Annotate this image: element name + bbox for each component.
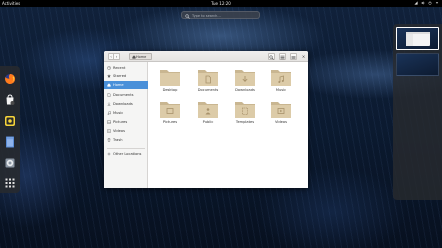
sidebar-item-label: Documents — [113, 93, 134, 97]
folder-label: Templates — [235, 120, 255, 124]
folder-icon — [235, 70, 255, 86]
network-icon — [414, 1, 418, 5]
clock-button[interactable]: Tue 12:20 — [211, 1, 231, 6]
folder-documents[interactable]: Documents — [193, 67, 223, 101]
sidebar-item-home[interactable]: Home — [104, 81, 148, 89]
sidebar-item-trash[interactable]: Trash — [104, 136, 148, 144]
folder-downloads[interactable]: Downloads — [230, 67, 260, 101]
folder-label: Music — [275, 88, 287, 92]
sidebar-item-music[interactable]: Music — [104, 109, 148, 117]
help-icon[interactable] — [4, 157, 16, 169]
places-sidebar: Recent Starred Home Documents Downloads … — [104, 62, 148, 188]
folder-icon — [235, 102, 255, 118]
folder-icon — [271, 102, 291, 118]
download-icon — [107, 102, 111, 106]
folder-pictures[interactable]: Pictures — [155, 99, 185, 133]
path-bar-home[interactable]: Home — [129, 53, 152, 60]
window-thumbnail — [406, 32, 430, 46]
folder-label: Downloads — [235, 88, 255, 92]
folder-icon — [160, 70, 180, 86]
power-icon — [428, 1, 432, 5]
sidebar-item-pictures[interactable]: Pictures — [104, 118, 148, 126]
top-bar: Activities Tue 12:20 — [0, 0, 442, 7]
sidebar-item-label: Other Locations — [113, 152, 142, 156]
files-icon[interactable] — [4, 136, 16, 148]
clock-icon — [107, 66, 111, 70]
folder-icon — [271, 70, 291, 86]
folder-icon — [198, 70, 218, 86]
sidebar-item-label: Pictures — [113, 120, 128, 124]
clock: Tue 12:20 — [0, 0, 442, 7]
sidebar-item-label: Downloads — [113, 102, 133, 106]
plus-icon — [107, 152, 111, 156]
sidebar-item-label: Music — [113, 111, 124, 115]
folder-label: Pictures — [162, 120, 178, 124]
list-view-icon — [280, 55, 285, 59]
sidebar-item-other-locations[interactable]: Other Locations — [104, 150, 148, 158]
system-tray[interactable] — [414, 1, 439, 6]
document-icon — [107, 93, 111, 97]
music-icon — [107, 111, 111, 115]
folder-icon — [198, 102, 218, 118]
sidebar-item-label: Recent — [113, 66, 126, 70]
folder-music[interactable]: Music — [266, 67, 296, 101]
sidebar-item-documents[interactable]: Documents — [104, 91, 148, 99]
path-label: Home — [136, 55, 147, 59]
workspace-switcher — [393, 24, 442, 200]
menu-button[interactable] — [290, 53, 297, 60]
view-toggle-button[interactable] — [279, 53, 286, 60]
folder-videos[interactable]: Videos — [266, 99, 296, 133]
sidebar-item-downloads[interactable]: Downloads — [104, 100, 148, 108]
sidebar-item-label: Trash — [113, 138, 123, 142]
sidebar-item-label: Starred — [113, 74, 127, 78]
folder-label: Videos — [275, 120, 287, 124]
home-icon — [107, 83, 111, 87]
sidebar-item-recent[interactable]: Recent — [104, 64, 148, 72]
folder-public[interactable]: Public — [193, 99, 223, 133]
folder-templates[interactable]: Templates — [230, 99, 260, 133]
hamburger-icon — [291, 55, 296, 59]
close-button[interactable]: × — [301, 54, 306, 59]
folder-label: Desktop — [162, 88, 178, 92]
trash-icon — [107, 138, 111, 142]
menu-arrow-icon — [435, 2, 439, 4]
folder-label: Documents — [197, 88, 219, 92]
show-apps-icon[interactable] — [4, 177, 16, 189]
search-icon — [185, 13, 190, 19]
folder-icon — [160, 102, 180, 118]
search-icon — [269, 54, 274, 60]
home-icon — [131, 55, 136, 59]
sidebar-item-label: Home — [113, 83, 124, 87]
video-icon — [107, 129, 111, 133]
star-icon — [107, 74, 111, 78]
folder-desktop[interactable]: Desktop — [155, 67, 185, 101]
forward-button[interactable]: › — [114, 53, 120, 60]
sidebar-item-videos[interactable]: Videos — [104, 127, 148, 135]
firefox-icon[interactable] — [4, 73, 16, 85]
search-field[interactable]: Type to search… — [181, 11, 260, 19]
sidebar-item-label: Videos — [113, 129, 125, 133]
dash — [0, 66, 20, 193]
software-icon[interactable] — [4, 94, 16, 106]
file-grid: Desktop Documents Downloads Music Pictur… — [149, 62, 308, 188]
search-placeholder: Type to search… — [192, 14, 221, 18]
rhythmbox-icon[interactable] — [4, 115, 16, 127]
sidebar-separator — [107, 148, 145, 149]
workspace-thumbnail-2[interactable] — [396, 53, 439, 76]
files-window: ‹ › Home × Recent Starred Home Documents… — [104, 51, 308, 188]
header-bar: ‹ › Home × — [104, 51, 308, 62]
volume-icon — [421, 1, 425, 5]
picture-icon — [107, 120, 111, 124]
folder-label: Public — [202, 120, 214, 124]
sidebar-item-starred[interactable]: Starred — [104, 72, 148, 80]
search-button[interactable] — [268, 53, 275, 60]
activities-button[interactable]: Activities — [2, 0, 20, 7]
workspace-thumbnail-1[interactable] — [396, 27, 439, 50]
